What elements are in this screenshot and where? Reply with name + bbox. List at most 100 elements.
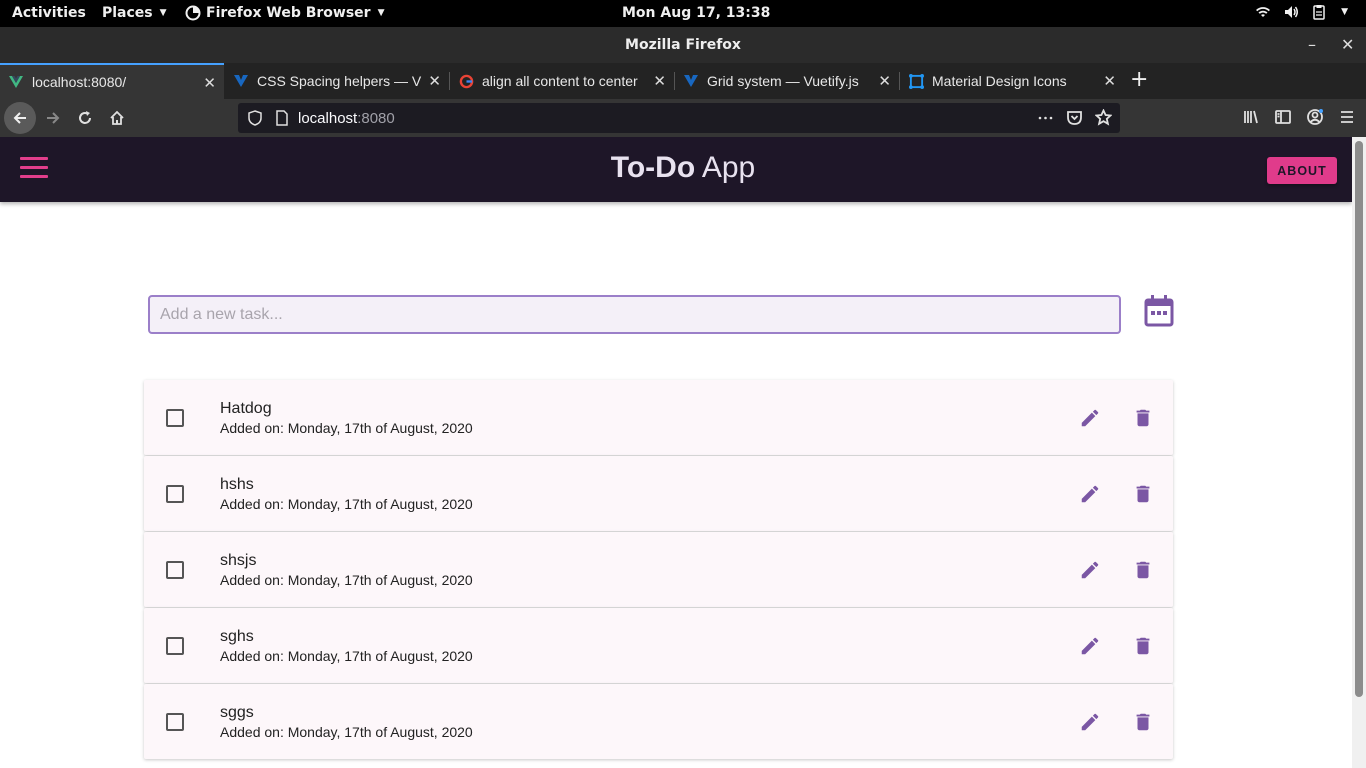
task-date: Added on: Monday, 17th of August, 2020 <box>220 496 473 512</box>
tab-localhost[interactable]: localhost:8080/ ✕ <box>0 63 224 99</box>
scrollbar-thumb[interactable] <box>1355 141 1363 697</box>
activities-button[interactable]: Activities <box>12 5 86 21</box>
navigation-toolbar: localhost:8080 <box>0 99 1366 137</box>
task-item[interactable]: sghs Added on: Monday, 17th of August, 2… <box>144 608 1173 683</box>
task-title: shsjs <box>220 552 257 569</box>
google-icon <box>458 73 474 89</box>
app-title-light: App <box>701 151 756 184</box>
close-tab-icon[interactable]: ✕ <box>1103 72 1116 90</box>
vuetify-icon <box>233 73 249 89</box>
close-tab-icon[interactable]: ✕ <box>428 72 441 90</box>
task-checkbox[interactable] <box>166 561 184 579</box>
app-title: To-Do App <box>0 151 1352 185</box>
task-title: sghs <box>220 628 254 645</box>
page-scrollbar[interactable] <box>1352 137 1366 768</box>
account-icon[interactable] <box>1306 108 1324 126</box>
url-bar[interactable]: localhost:8080 <box>238 103 1120 133</box>
chevron-down-icon: ▼ <box>377 8 385 18</box>
chevron-down-icon: ▼ <box>159 8 167 18</box>
vue-icon <box>8 74 24 90</box>
home-icon <box>110 110 124 125</box>
places-menu[interactable]: Places ▼ <box>102 5 167 21</box>
app-menu[interactable]: Firefox Web Browser ▼ <box>185 5 385 21</box>
task-checkbox[interactable] <box>166 485 184 503</box>
task-title: Hatdog <box>220 400 272 417</box>
task-date: Added on: Monday, 17th of August, 2020 <box>220 572 473 588</box>
close-tab-icon[interactable]: ✕ <box>653 72 666 90</box>
places-label: Places <box>102 5 153 21</box>
new-task-input[interactable] <box>148 295 1121 334</box>
firefox-icon <box>185 5 201 21</box>
task-date: Added on: Monday, 17th of August, 2020 <box>220 420 473 436</box>
trash-icon[interactable] <box>1132 711 1154 733</box>
tab-grid-system[interactable]: Grid system — Vuetify.js ✕ <box>675 63 899 99</box>
forward-button[interactable] <box>39 104 67 132</box>
reload-button[interactable] <box>71 104 99 132</box>
tab-google-search[interactable]: align all content to center ✕ <box>450 63 674 99</box>
close-window-button[interactable]: ✕ <box>1341 27 1354 63</box>
tab-material-design-icons[interactable]: Material Design Icons ✕ <box>900 63 1124 99</box>
arrow-right-icon <box>47 112 60 124</box>
activities-label: Activities <box>12 5 86 21</box>
close-tab-icon[interactable]: ✕ <box>878 72 891 90</box>
pencil-icon[interactable] <box>1079 635 1101 657</box>
trash-icon[interactable] <box>1132 483 1154 505</box>
task-title: sggs <box>220 704 254 721</box>
trash-icon[interactable] <box>1132 635 1154 657</box>
tab-label: Grid system — Vuetify.js <box>707 73 859 89</box>
task-list: Hatdog Added on: Monday, 17th of August,… <box>144 380 1173 760</box>
reload-icon <box>79 111 91 124</box>
tab-label: localhost:8080/ <box>32 74 127 90</box>
window-title-bar[interactable]: Mozilla Firefox – ✕ <box>0 27 1366 63</box>
vuetify-icon <box>683 73 699 89</box>
shield-icon[interactable] <box>247 110 263 126</box>
task-item[interactable]: shsjs Added on: Monday, 17th of August, … <box>144 532 1173 607</box>
arrow-left-icon <box>13 112 26 124</box>
about-button[interactable]: ABOUT <box>1267 157 1337 184</box>
task-date: Added on: Monday, 17th of August, 2020 <box>220 724 473 740</box>
task-checkbox[interactable] <box>166 713 184 731</box>
task-checkbox[interactable] <box>166 637 184 655</box>
back-button[interactable] <box>4 102 36 134</box>
new-tab-button[interactable]: + <box>1130 67 1148 92</box>
trash-icon[interactable] <box>1132 407 1154 429</box>
pencil-icon[interactable] <box>1079 483 1101 505</box>
pencil-icon[interactable] <box>1079 559 1101 581</box>
app-title-bold: To-Do <box>610 151 696 184</box>
chevron-down-icon: ▼ <box>1341 7 1348 17</box>
task-item[interactable]: Hatdog Added on: Monday, 17th of August,… <box>144 380 1173 455</box>
page-viewport: To-Do App ABOUT Hatdog Added on: Monday,… <box>0 137 1352 768</box>
page-icon[interactable] <box>274 110 290 126</box>
bookmark-star-icon[interactable] <box>1095 109 1112 126</box>
system-tray[interactable]: ▼ <box>1255 4 1348 20</box>
tab-label: align all content to center <box>482 73 638 89</box>
trash-icon[interactable] <box>1132 559 1154 581</box>
pencil-icon[interactable] <box>1079 711 1101 733</box>
tab-label: CSS Spacing helpers — V <box>257 73 422 89</box>
minimize-button[interactable]: – <box>1308 27 1316 63</box>
task-checkbox[interactable] <box>166 409 184 427</box>
task-item[interactable]: hshs Added on: Monday, 17th of August, 2… <box>144 456 1173 531</box>
app-menu-label: Firefox Web Browser <box>206 5 371 21</box>
app-header: To-Do App ABOUT <box>0 137 1352 202</box>
calendar-icon[interactable] <box>1143 294 1175 328</box>
tab-css-spacing[interactable]: CSS Spacing helpers — V ✕ <box>225 63 449 99</box>
task-title: hshs <box>220 476 254 493</box>
url-port: :8080 <box>357 109 395 127</box>
pocket-icon[interactable] <box>1066 109 1083 126</box>
clipboard-icon <box>1313 5 1325 20</box>
task-item[interactable]: sggs Added on: Monday, 17th of August, 2… <box>144 684 1173 759</box>
more-actions-icon[interactable] <box>1037 109 1054 126</box>
clock[interactable]: Mon Aug 17, 13:38 <box>622 5 770 21</box>
tab-strip: localhost:8080/ ✕ CSS Spacing helpers — … <box>0 63 1366 99</box>
close-tab-icon[interactable]: ✕ <box>203 74 216 92</box>
library-icon[interactable] <box>1242 108 1260 126</box>
hamburger-menu-icon[interactable] <box>1338 108 1356 126</box>
sidebar-icon[interactable] <box>1274 108 1292 126</box>
home-button[interactable] <box>103 104 131 132</box>
mdi-icon <box>908 73 924 89</box>
wifi-icon <box>1256 7 1271 17</box>
pencil-icon[interactable] <box>1079 407 1101 429</box>
window-title: Mozilla Firefox <box>625 37 741 53</box>
clock-label: Mon Aug 17, 13:38 <box>622 5 771 21</box>
